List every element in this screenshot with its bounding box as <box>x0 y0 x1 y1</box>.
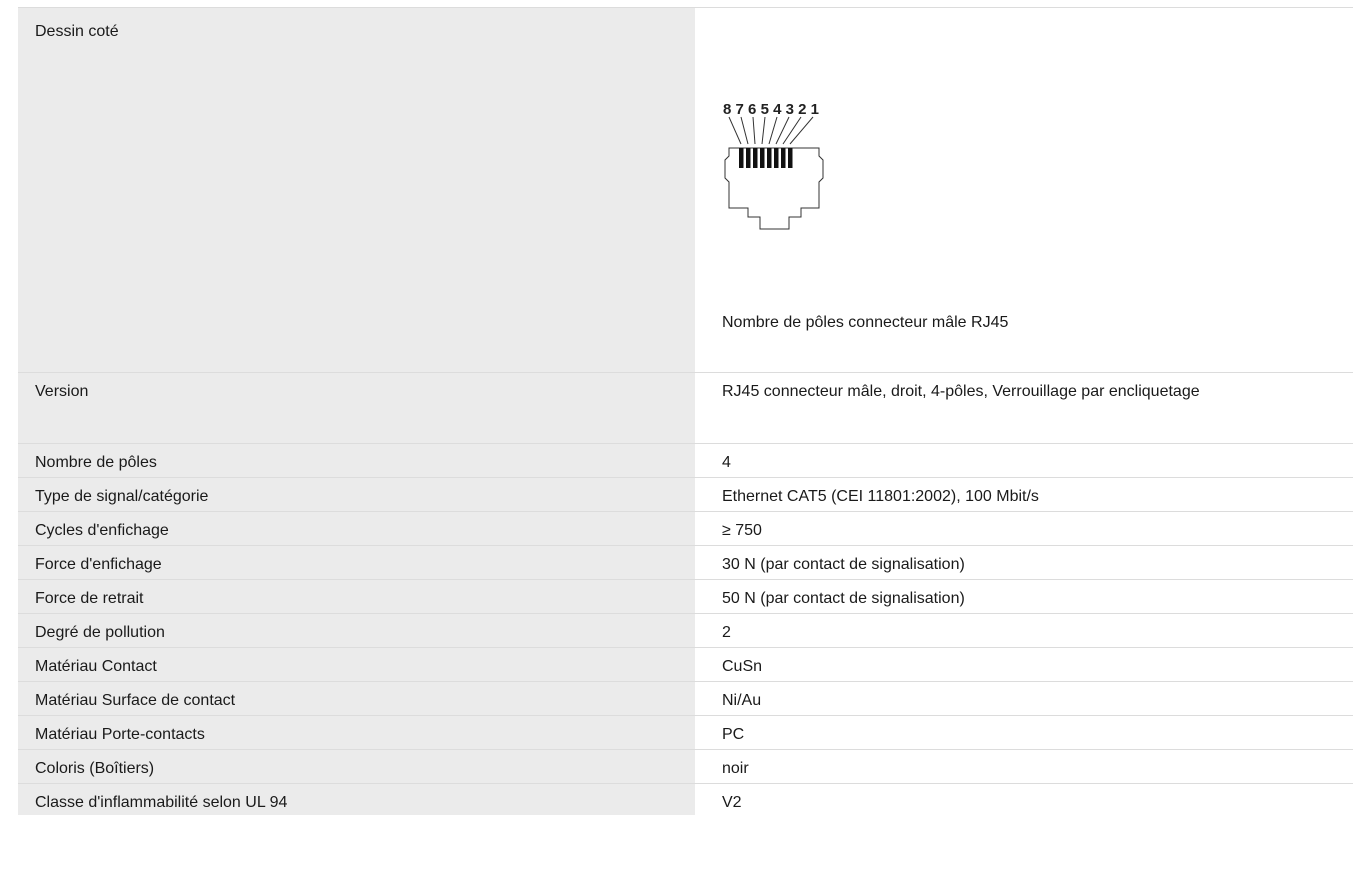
row-value-cell: noir <box>695 749 1353 784</box>
spec-label: Classe d'inflammabilité selon UL 94 <box>35 794 288 811</box>
row-label-cell: Matériau Surface de contact <box>18 681 695 716</box>
spec-row: Classe d'inflammabilité selon UL 94 V2 <box>18 783 1353 815</box>
row-label-cell: Nombre de pôles <box>18 443 695 478</box>
row-label-cell: Matériau Porte-contacts <box>18 715 695 750</box>
drawing-caption: Nombre de pôles connecteur mâle RJ45 <box>722 314 1009 331</box>
row-label-cell: Coloris (Boîtiers) <box>18 749 695 784</box>
drawing-cell: 8 7 6 5 4 3 2 1 Nombre de pôles connecte… <box>695 7 1353 373</box>
spec-label: Nombre de pôles <box>35 454 157 471</box>
spec-row: Degré de pollution 2 <box>18 613 1353 648</box>
spec-table: Dessin coté 8 7 6 5 4 3 2 1 Nombre de pô… <box>18 7 1353 815</box>
spec-label: Force d'enfichage <box>35 556 162 573</box>
dimension-drawing-row: Dessin coté 8 7 6 5 4 3 2 1 Nombre de pô… <box>18 7 1353 373</box>
spec-value: ≥ 750 <box>722 522 762 539</box>
drawing-label: Dessin coté <box>35 23 119 40</box>
spec-value: CuSn <box>722 658 763 675</box>
row-value-cell: 30 N (par contact de signalisation) <box>695 545 1353 580</box>
row-label-cell: Cycles d'enfichage <box>18 511 695 546</box>
spec-row: Matériau Porte-contacts PC <box>18 715 1353 750</box>
spec-value: V2 <box>722 794 742 811</box>
row-label-cell: Version <box>18 372 695 444</box>
row-value-cell: Ni/Au <box>695 681 1353 716</box>
spec-row: Matériau Contact CuSn <box>18 647 1353 682</box>
row-label-cell: Classe d'inflammabilité selon UL 94 <box>18 783 695 815</box>
spec-value: noir <box>722 760 749 777</box>
spec-value: 2 <box>722 624 731 641</box>
row-value-cell: V2 <box>695 783 1353 815</box>
row-label-cell: Type de signal/catégorie <box>18 477 695 512</box>
spec-value: PC <box>722 726 745 743</box>
spec-value: Ni/Au <box>722 692 762 709</box>
spec-label: Force de retrait <box>35 590 144 607</box>
spec-value: Ethernet CAT5 (CEI 11801:2002), 100 Mbit… <box>722 488 1039 505</box>
row-value-cell: 4 <box>695 443 1353 478</box>
spec-label: Cycles d'enfichage <box>35 522 169 539</box>
row-label-cell: Matériau Contact <box>18 647 695 682</box>
rj45-pinout-drawing: 8 7 6 5 4 3 2 1 <box>723 101 824 230</box>
spec-row: Matériau Surface de contact Ni/Au <box>18 681 1353 716</box>
row-label-cell: Force d'enfichage <box>18 545 695 580</box>
spec-label: Type de signal/catégorie <box>35 488 209 505</box>
spec-label: Matériau Surface de contact <box>35 692 236 709</box>
spec-row: Version RJ45 connecteur mâle, droit, 4-p… <box>18 372 1353 444</box>
row-value-cell: CuSn <box>695 647 1353 682</box>
row-value-cell: PC <box>695 715 1353 750</box>
spec-row: Force de retrait 50 N (par contact de si… <box>18 579 1353 614</box>
spec-value: 4 <box>722 454 731 471</box>
row-value-cell: RJ45 connecteur mâle, droit, 4-pôles, Ve… <box>695 372 1353 444</box>
spec-row: Nombre de pôles 4 <box>18 443 1353 478</box>
spec-row: Type de signal/catégorie Ethernet CAT5 (… <box>18 477 1353 512</box>
spec-label: Degré de pollution <box>35 624 165 641</box>
row-label-cell: Degré de pollution <box>18 613 695 648</box>
row-label-cell: Dessin coté <box>18 7 695 373</box>
row-label-cell: Force de retrait <box>18 579 695 614</box>
row-value-cell: Ethernet CAT5 (CEI 11801:2002), 100 Mbit… <box>695 477 1353 512</box>
spec-value: 30 N (par contact de signalisation) <box>722 556 965 573</box>
spec-value: 50 N (par contact de signalisation) <box>722 590 965 607</box>
spec-value: RJ45 connecteur mâle, droit, 4-pôles, Ve… <box>722 383 1200 400</box>
row-value-cell: 2 <box>695 613 1353 648</box>
spec-label: Matériau Contact <box>35 658 157 675</box>
spec-row: Force d'enfichage 30 N (par contact de s… <box>18 545 1353 580</box>
pin-numbers: 8 7 6 5 4 3 2 1 <box>723 101 819 118</box>
spec-row: Coloris (Boîtiers) noir <box>18 749 1353 784</box>
spec-label: Coloris (Boîtiers) <box>35 760 155 777</box>
spec-label: Matériau Porte-contacts <box>35 726 205 743</box>
spec-row: Cycles d'enfichage ≥ 750 <box>18 511 1353 546</box>
spec-label: Version <box>35 383 89 400</box>
row-value-cell: 50 N (par contact de signalisation) <box>695 579 1353 614</box>
row-value-cell: ≥ 750 <box>695 511 1353 546</box>
